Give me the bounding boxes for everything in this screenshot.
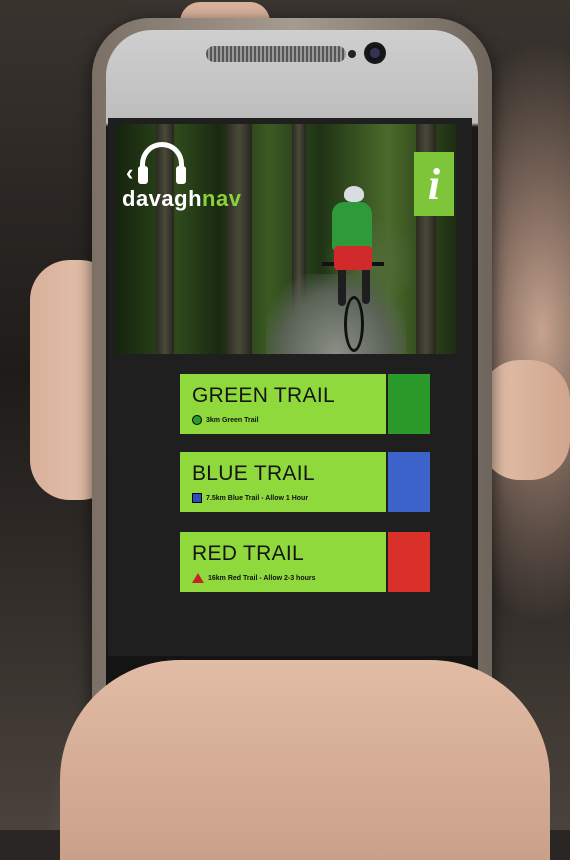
forest-path [266, 274, 406, 354]
trail-subtitle-text: 16km Red Trail - Allow 2-3 hours [208, 574, 316, 582]
trail-subtitle: 7.5km Blue Trail - Allow 1 Hour [192, 491, 308, 505]
trail-label-panel: GREEN TRAIL 3km Green Trail [180, 374, 386, 434]
circle-icon [192, 415, 202, 425]
trail-label-panel: BLUE TRAIL 7.5km Blue Trail - Allow 1 Ho… [180, 452, 386, 512]
rider-leg [338, 266, 346, 306]
trail-title: RED TRAIL [192, 542, 305, 565]
rider-helmet [344, 186, 364, 202]
logo-text: davaghnav [122, 186, 241, 212]
chevron-left-icon: ‹ [126, 160, 134, 185]
logo-text-davagh: davagh [122, 186, 203, 211]
info-icon: i [427, 159, 441, 209]
trail-title: BLUE TRAIL [192, 462, 315, 485]
rider-leg [362, 264, 370, 304]
proximity-sensor [348, 50, 356, 58]
trail-color-swatch [388, 374, 430, 434]
trail-subtitle: 16km Red Trail - Allow 2-3 hours [192, 571, 316, 585]
app-screen: ‹ davaghnav i GREEN TRAIL 3km Green Trai… [108, 118, 472, 656]
headphones-ear-icon [176, 166, 186, 184]
hand-right [480, 360, 570, 480]
trail-subtitle: 3km Green Trail [192, 413, 259, 427]
front-camera [364, 42, 386, 64]
hero-image: ‹ davaghnav i [116, 124, 456, 354]
logo-text-nav: nav [202, 186, 242, 211]
trail-label-panel: RED TRAIL 16km Red Trail - Allow 2-3 hou… [180, 532, 386, 592]
trail-subtitle-text: 7.5km Blue Trail - Allow 1 Hour [206, 494, 309, 502]
bike-wheel [344, 296, 364, 352]
rider-jacket [332, 202, 372, 252]
trail-color-swatch [388, 532, 430, 592]
top-speaker-grille [206, 46, 346, 62]
trail-subtitle-text: 3km Green Trail [206, 416, 259, 424]
hand-bottom [60, 660, 550, 860]
triangle-icon [192, 573, 204, 583]
rider-shorts [334, 246, 372, 270]
trail-color-swatch [388, 452, 430, 512]
headphones-ear-icon [138, 166, 148, 184]
square-icon [192, 493, 202, 503]
trail-button-red[interactable]: RED TRAIL 16km Red Trail - Allow 2-3 hou… [180, 532, 430, 592]
info-button[interactable]: i [414, 152, 454, 216]
trail-title: GREEN TRAIL [192, 384, 335, 407]
trail-button-green[interactable]: GREEN TRAIL 3km Green Trail [180, 374, 430, 434]
tree-trunk [226, 124, 252, 354]
trail-button-blue[interactable]: BLUE TRAIL 7.5km Blue Trail - Allow 1 Ho… [180, 452, 430, 512]
